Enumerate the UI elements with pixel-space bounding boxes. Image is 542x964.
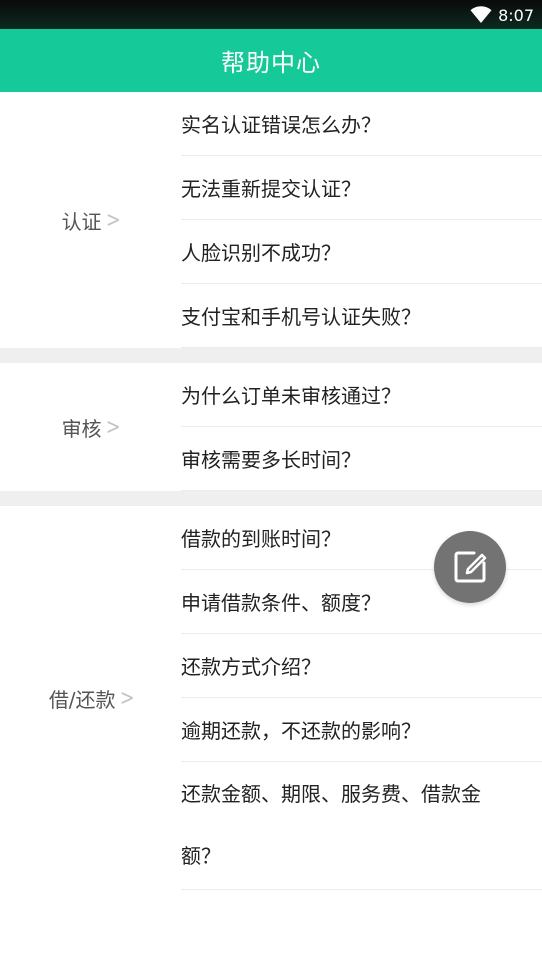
section-divider (0, 348, 542, 363)
faq-item[interactable]: 审核需要多长时间？ (181, 427, 542, 491)
page-title: 帮助中心 (221, 49, 321, 77)
section-label-text: 认证 (61, 209, 102, 234)
status-time: 8:07 (498, 5, 534, 25)
chevron-right-icon: > (105, 207, 121, 233)
wifi-icon (470, 6, 492, 24)
faq-list: 为什么订单未审核通过？ 审核需要多长时间？ (181, 363, 542, 491)
status-indicators: 8:07 (470, 4, 534, 26)
chevron-right-icon: > (119, 685, 135, 711)
section-label-text: 审核 (61, 416, 102, 441)
faq-item[interactable]: 支付宝和手机号认证失败？ (181, 284, 542, 348)
section-verification: 认证 > 实名认证错误怎么办？ 无法重新提交认证？ 人脸识别不成功？ 支付宝和手机… (0, 92, 542, 348)
chevron-right-icon: > (105, 414, 121, 440)
faq-list: 实名认证错误怎么办？ 无法重新提交认证？ 人脸识别不成功？ 支付宝和手机号认证失… (181, 92, 542, 348)
section-divider (0, 491, 542, 506)
status-bar: 8:07 (0, 0, 542, 29)
faq-item[interactable]: 逾期还款，不还款的影响？ (181, 698, 542, 762)
faq-item[interactable]: 还款金额、期限、服务费、借款金额？ (181, 762, 542, 890)
edit-icon (450, 547, 490, 587)
faq-item[interactable]: 无法重新提交认证？ (181, 156, 542, 220)
section-label[interactable]: 审核 > (0, 363, 180, 491)
section-review: 审核 > 为什么订单未审核通过？ 审核需要多长时间？ (0, 363, 542, 491)
faq-item[interactable]: 实名认证错误怎么办？ (181, 92, 542, 156)
faq-item[interactable]: 人脸识别不成功？ (181, 220, 542, 284)
app-bar: 帮助中心 (0, 29, 542, 92)
help-content: 认证 > 实名认证错误怎么办？ 无法重新提交认证？ 人脸识别不成功？ 支付宝和手机… (0, 92, 542, 890)
faq-item[interactable]: 还款方式介绍？ (181, 634, 542, 698)
section-label-text: 借/还款 (48, 687, 116, 712)
faq-item[interactable]: 为什么订单未审核通过？ (181, 363, 542, 427)
feedback-button[interactable] (434, 531, 506, 603)
section-label[interactable]: 认证 > (0, 92, 180, 348)
section-label[interactable]: 借/还款 > (0, 506, 180, 890)
